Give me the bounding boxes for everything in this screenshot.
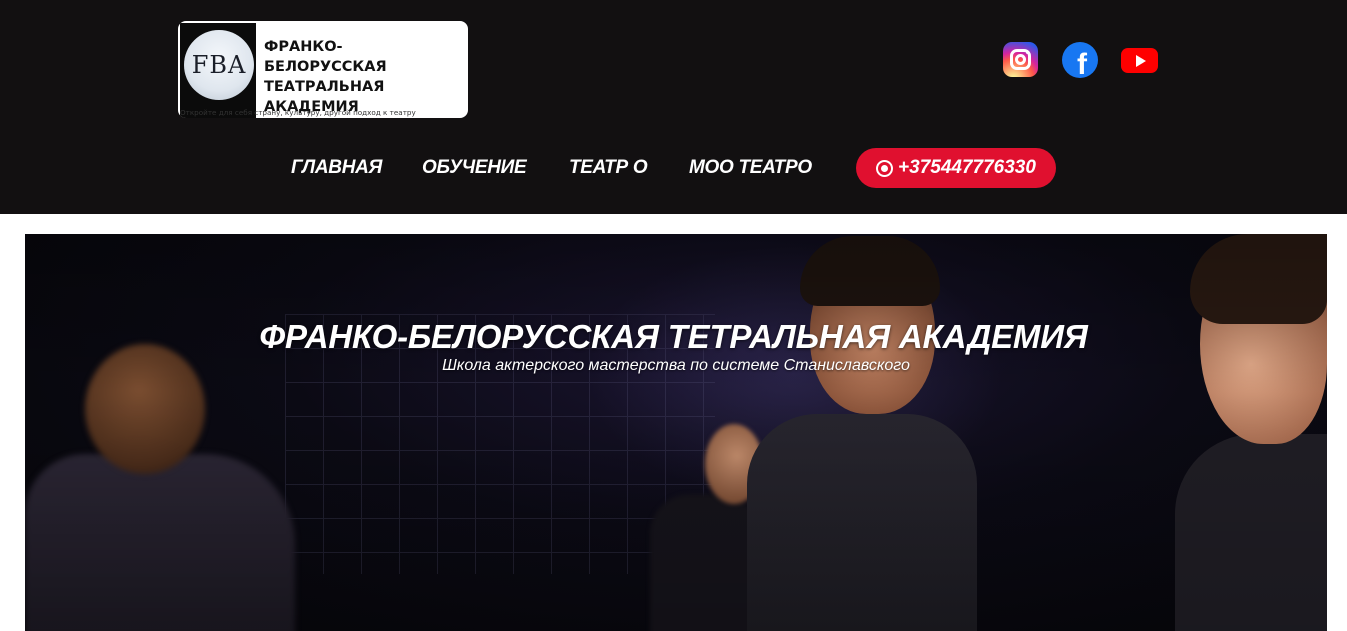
nav-item-home[interactable]: ГЛАВНАЯ	[291, 148, 382, 188]
hero-subtitle: Школа актерского мастерства по системе С…	[442, 357, 910, 374]
hero-banner	[25, 234, 1327, 631]
youtube-play-icon	[1136, 55, 1146, 67]
logo-tagline: Откройте для себя страну, культуру, друг…	[180, 108, 416, 117]
instagram-dot	[1026, 51, 1029, 54]
nav-item-training[interactable]: ОБУЧЕНИЕ	[422, 148, 527, 188]
site-logo[interactable]: FBA ФРАНКО- БЕЛОРУССКАЯ ТЕАТРАЛЬНАЯ АКАД…	[178, 21, 468, 118]
logo-title-line: БЕЛОРУССКАЯ	[264, 59, 387, 75]
youtube-icon[interactable]	[1121, 48, 1158, 73]
phone-number: +375447776330	[898, 157, 1036, 178]
page: FBA ФРАНКО- БЕЛОРУССКАЯ ТЕАТРАЛЬНАЯ АКАД…	[0, 0, 1347, 631]
instagram-icon[interactable]	[1003, 42, 1038, 77]
phone-button[interactable]: +375447776330	[856, 148, 1056, 188]
nav-item-theatre-o[interactable]: ТЕАТР О	[569, 148, 648, 188]
instagram-lens	[1015, 54, 1026, 65]
logo-circle: FBA	[184, 30, 254, 100]
logo-mark: FBA	[180, 23, 256, 118]
logo-title: ФРАНКО- БЕЛОРУССКАЯ ТЕАТРАЛЬНАЯ АКАДЕМИЯ	[264, 37, 468, 117]
facebook-icon[interactable]: f	[1062, 42, 1098, 78]
facebook-glyph: f	[1077, 48, 1087, 78]
logo-title-line: ФРАНКО-	[264, 39, 343, 55]
logo-mark-text: FBA	[191, 51, 247, 79]
whatsapp-icon	[876, 159, 894, 177]
nav-item-moo-theatro[interactable]: МОО ТЕАТРО	[689, 148, 812, 188]
hero-overlay	[25, 234, 1327, 631]
site-header: FBA ФРАНКО- БЕЛОРУССКАЯ ТЕАТРАЛЬНАЯ АКАД…	[0, 0, 1347, 214]
hero-title: ФРАНКО-БЕЛОРУССКАЯ ТЕТРАЛЬНАЯ АКАДЕМИЯ	[259, 318, 1088, 355]
